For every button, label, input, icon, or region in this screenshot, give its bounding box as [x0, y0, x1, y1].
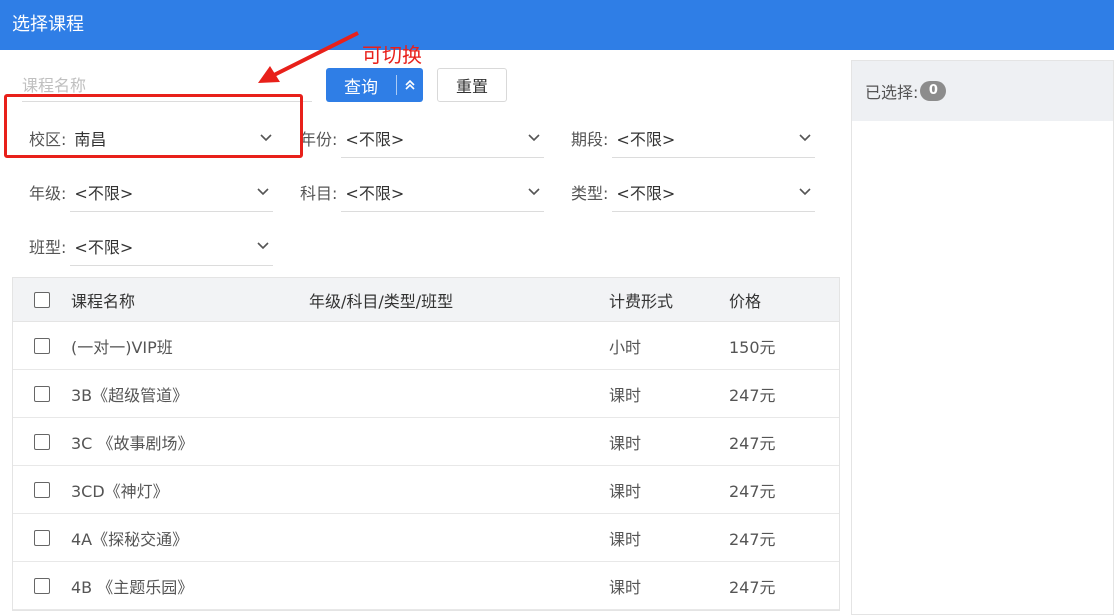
class-type-filter: 班型: <不限>	[29, 226, 274, 266]
class-type-select-value: <不限>	[74, 237, 134, 257]
header-category: 年级/科目/类型/班型	[309, 291, 454, 311]
row-checkbox[interactable]	[34, 337, 50, 354]
type-select[interactable]: <不限>	[612, 172, 816, 212]
subject-select[interactable]: <不限>	[341, 172, 545, 212]
row-course-name: 3B《超级管道》	[71, 385, 189, 405]
row-checkbox[interactable]	[34, 385, 50, 402]
header-course-name: 课程名称	[71, 291, 136, 311]
type-filter-label: 类型:	[571, 184, 609, 203]
grade-select[interactable]: <不限>	[70, 172, 274, 212]
row-course-name: (一对一)VIP班	[71, 337, 173, 357]
selected-count-badge: 0	[920, 81, 947, 101]
double-chevron-up-icon[interactable]	[397, 79, 423, 91]
row-price: 247元	[729, 385, 776, 405]
row-price: 247元	[729, 481, 776, 501]
row-billing: 课时	[609, 433, 642, 453]
annotation-highlight-box	[4, 94, 303, 158]
row-price: 247元	[729, 529, 776, 549]
term-filter: 期段: <不限>	[571, 118, 816, 158]
chevron-down-icon	[528, 133, 540, 141]
type-select-value: <不限>	[616, 183, 676, 203]
term-filter-label: 期段:	[571, 130, 609, 149]
class-type-filter-label: 班型:	[29, 238, 67, 257]
select-all-checkbox[interactable]	[34, 291, 50, 308]
term-select[interactable]: <不限>	[612, 118, 816, 158]
term-select-value: <不限>	[616, 129, 676, 149]
row-course-name: 3C 《故事剧场》	[71, 433, 194, 453]
chevron-down-icon	[528, 187, 540, 195]
row-billing: 小时	[609, 337, 642, 357]
subject-filter-label: 科目:	[300, 184, 338, 203]
year-filter-label: 年份:	[300, 130, 338, 149]
table-row[interactable]: 3CD《神灯》 课时 247元	[13, 466, 839, 514]
chevron-down-icon	[257, 187, 269, 195]
row-billing: 课时	[609, 577, 642, 597]
selected-panel-header: 已选择: 0	[852, 61, 1113, 121]
row-course-name: 4B 《主题乐园》	[71, 577, 194, 597]
reset-button[interactable]: 重置	[437, 68, 507, 102]
selected-courses-panel: 已选择: 0	[851, 60, 1114, 615]
year-select[interactable]: <不限>	[341, 118, 545, 158]
row-course-name: 4A《探秘交通》	[71, 529, 189, 549]
row-checkbox[interactable]	[34, 529, 50, 546]
header-billing: 计费形式	[609, 291, 674, 311]
chevron-down-icon	[799, 133, 811, 141]
type-filter: 类型: <不限>	[571, 172, 816, 212]
header-price: 价格	[729, 291, 762, 311]
row-billing: 课时	[609, 529, 642, 549]
window-title: 选择课程	[0, 0, 1114, 50]
annotation-arrow	[258, 31, 359, 83]
table-row[interactable]: 3C 《故事剧场》 课时 247元	[13, 418, 839, 466]
row-price: 150元	[729, 337, 776, 357]
row-checkbox[interactable]	[34, 577, 50, 594]
row-course-name: 3CD《神灯》	[71, 481, 169, 501]
subject-filter: 科目: <不限>	[300, 172, 545, 212]
table-row[interactable]: 4A《探秘交通》 课时 247元	[13, 514, 839, 562]
chevron-down-icon	[799, 187, 811, 195]
year-select-value: <不限>	[345, 129, 405, 149]
annotation-text: 可切换	[362, 43, 422, 67]
table-header: 课程名称 年级/科目/类型/班型 计费形式 价格	[13, 278, 839, 322]
row-checkbox[interactable]	[34, 481, 50, 498]
table-row[interactable]: 3B《超级管道》 课时 247元	[13, 370, 839, 418]
grade-filter-label: 年级:	[29, 184, 67, 203]
row-price: 247元	[729, 577, 776, 597]
chevron-down-icon	[257, 241, 269, 249]
selected-label: 已选择:	[865, 83, 919, 102]
subject-select-value: <不限>	[345, 183, 405, 203]
year-filter: 年份: <不限>	[300, 118, 545, 158]
row-price: 247元	[729, 433, 776, 453]
row-checkbox[interactable]	[34, 433, 50, 450]
grade-select-value: <不限>	[74, 183, 134, 203]
table-row[interactable]: 4B 《主题乐园》 课时 247元	[13, 562, 839, 610]
table-row[interactable]: (一对一)VIP班 小时 150元	[13, 322, 839, 370]
row-billing: 课时	[609, 385, 642, 405]
grade-filter: 年级: <不限>	[29, 172, 274, 212]
class-type-select[interactable]: <不限>	[70, 226, 274, 266]
course-table: 课程名称 年级/科目/类型/班型 计费形式 价格 (一对一)VIP班 小时 15…	[12, 277, 840, 611]
row-billing: 课时	[609, 481, 642, 501]
